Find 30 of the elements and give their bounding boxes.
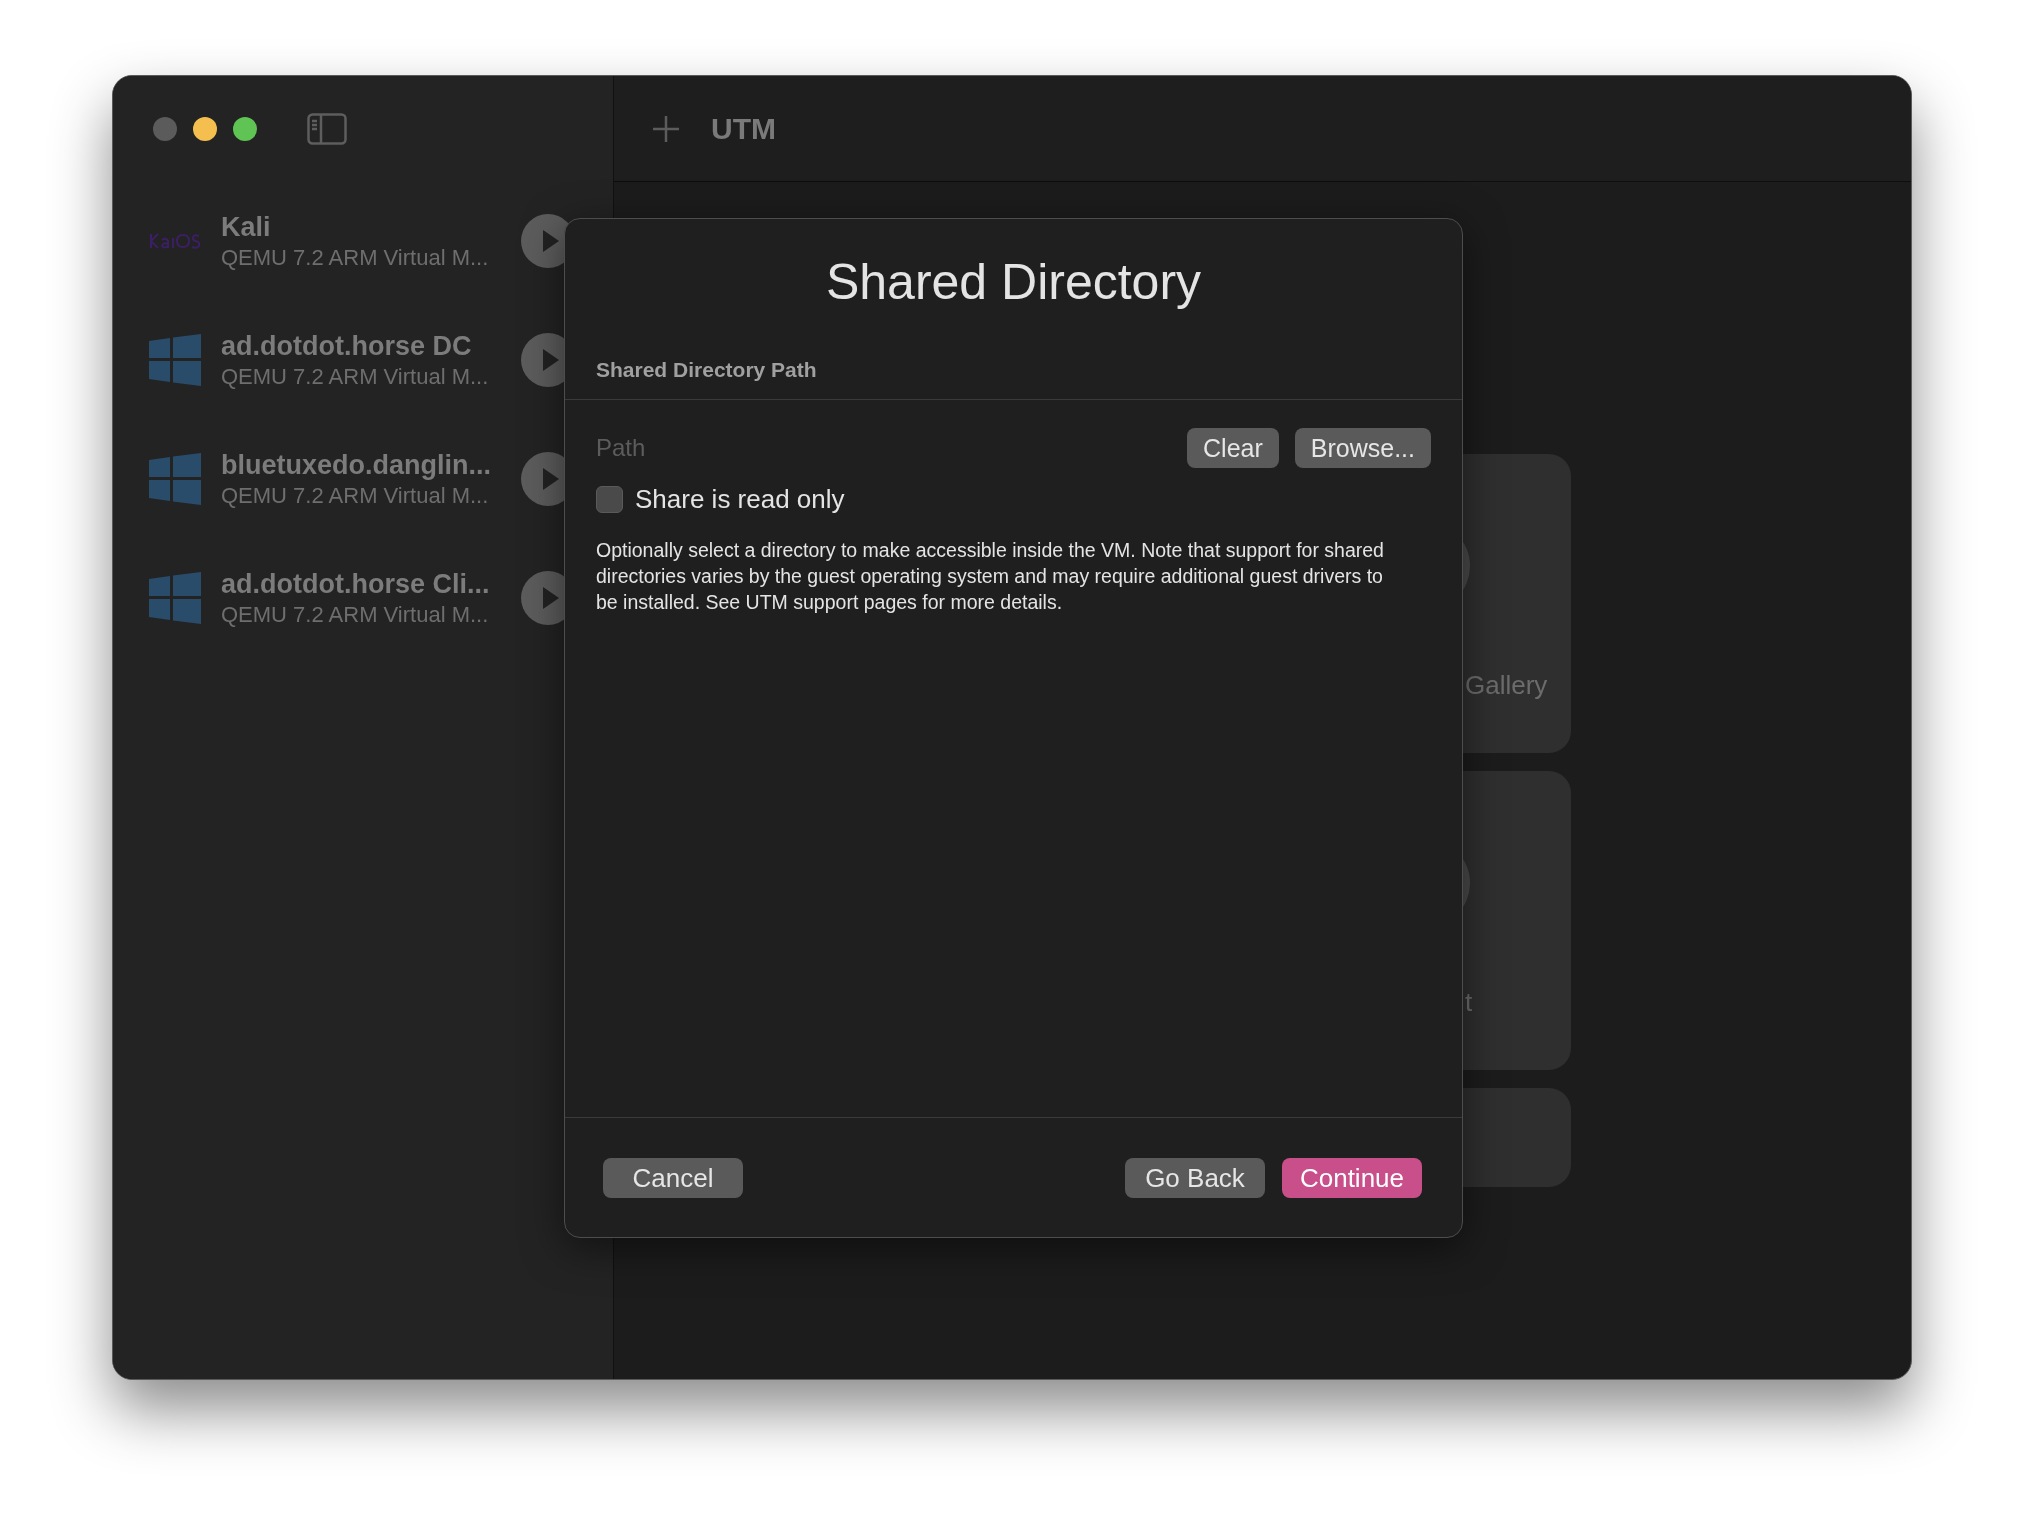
vm-name: bluetuxedo.danglin... (221, 448, 492, 482)
close-button[interactable] (153, 116, 177, 141)
field-button[interactable]: Clear (1187, 428, 1279, 468)
zoom-button[interactable] (233, 116, 257, 141)
windows-logo-icon (149, 571, 201, 624)
path-field[interactable]: Path (596, 430, 1188, 466)
sidebar-toggle-icon[interactable] (307, 112, 347, 145)
windows-logo-icon (149, 333, 201, 386)
vm-name: ad.dotdot.horse DC (221, 329, 473, 363)
vm-description: QEMU 7.2 ARM Virtual M... (221, 362, 490, 391)
vm-description: QEMU 7.2 ARM Virtual M... (221, 243, 490, 272)
vm-name: ad.dotdot.horse Cli... (221, 567, 491, 601)
vm-description: QEMU 7.2 ARM Virtual M... (221, 600, 490, 629)
plus-icon[interactable] (651, 113, 681, 144)
windows-logo-icon (149, 452, 201, 505)
vm-name: Kali (221, 210, 272, 244)
dialog-button[interactable]: Cancel (603, 1157, 743, 1198)
section-label: Shared Directory Path (595, 357, 818, 383)
dialog-button[interactable]: Go Back (1125, 1157, 1265, 1198)
dialog-button[interactable]: Continue (1282, 1157, 1422, 1198)
checkbox[interactable] (596, 486, 623, 513)
window-title: UTM (711, 111, 776, 147)
field-button[interactable]: Browse... (1294, 428, 1431, 468)
description-text: Optionally select a directory to make accessible inside the VM. Note that support for shared directories varies by the guest operating system and may require additional guest drivers to be installed. See UTM support pages for more details. (596, 538, 1385, 615)
minimize-button[interactable] (193, 116, 217, 141)
card-label: Gallery (1465, 669, 1549, 702)
dialog-title: Shared Directory (824, 253, 1203, 312)
logo-icon (149, 230, 201, 251)
vm-description: QEMU 7.2 ARM Virtual M... (221, 481, 490, 510)
checkbox-label: Share is read only (635, 483, 845, 516)
